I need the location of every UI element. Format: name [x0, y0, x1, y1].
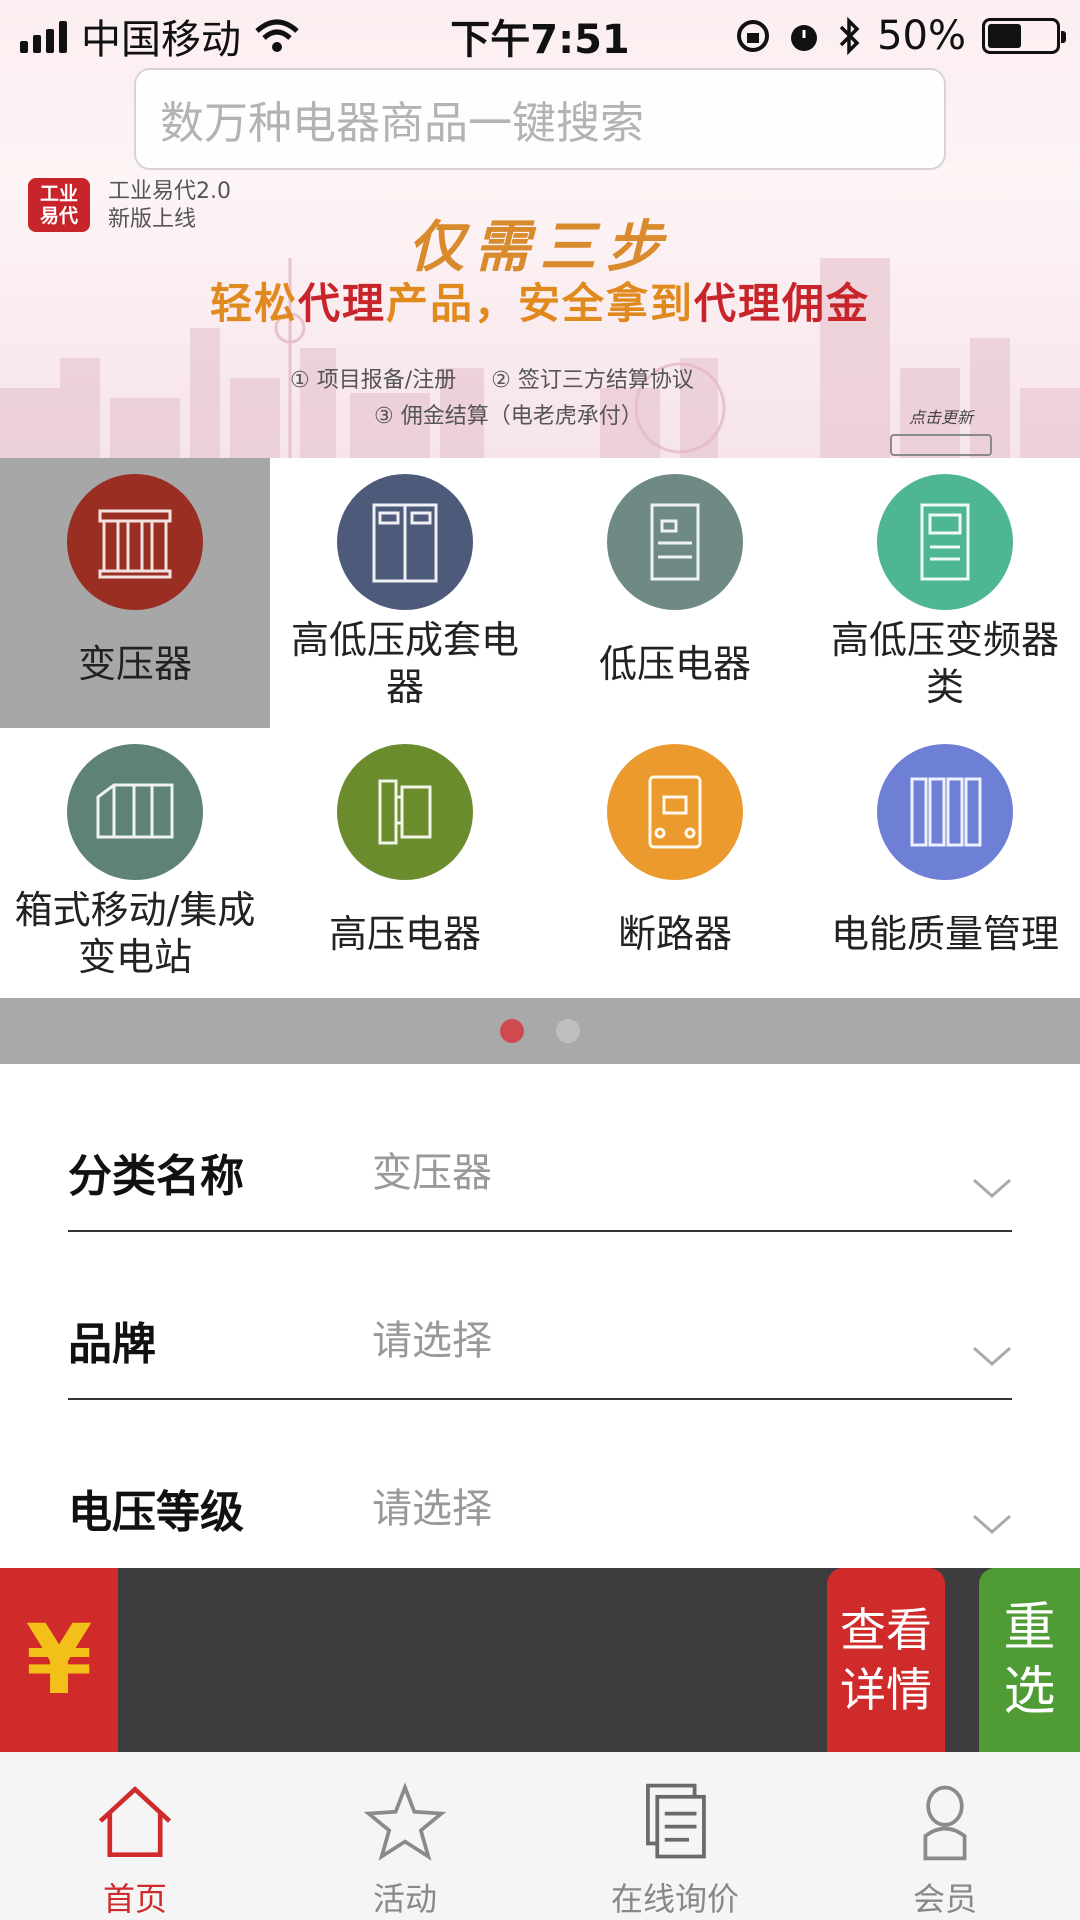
battery-icon [982, 18, 1066, 54]
field-value: 请选择 [372, 1486, 492, 1532]
category-item-circuit-breaker[interactable]: 断路器 [540, 728, 810, 998]
tab-label: 在线询价 [610, 1880, 739, 1918]
reset-button[interactable]: 重选 [979, 1568, 1080, 1752]
category-page-indicator[interactable] [0, 998, 1080, 1064]
promo-step-1: ① 项目报备/注册 [290, 368, 457, 393]
power-quality-cabinet-icon [877, 744, 1013, 880]
page-dot[interactable] [556, 1019, 580, 1043]
substation-box-icon [67, 744, 203, 880]
rotation-lock-icon [737, 20, 770, 52]
carrier-name: 中国移动 [81, 17, 241, 63]
category-label: 箱式移动/集成变电站 [14, 888, 256, 979]
yen-icon: ¥ [0, 1568, 118, 1752]
category-item-switchgear[interactable]: 高低压成套电器 [270, 458, 540, 728]
promo-subtitle: 轻松代理产品，安全拿到代理佣金 [0, 270, 1080, 331]
chevron-down-icon [973, 1346, 1011, 1367]
category-item-inverter[interactable]: 高低压变频器类 [810, 458, 1080, 728]
category-item-power-quality[interactable]: 电能质量管理 [810, 728, 1080, 998]
category-label: 电能质量管理 [830, 911, 1059, 956]
promo-subtitle-part: 产品，安全拿到 [385, 279, 694, 328]
tab-member[interactable]: 会员 [810, 1752, 1080, 1920]
top-banner[interactable]: 中国移动 下午7:51 50% 数万种电器商品一键搜索 工业易代 工业易代2.0… [0, 0, 1080, 458]
category-grid: 变压器 高低压成套电器 低压电器 高低压变频器类 箱式移动/集成变电站 高压电器… [0, 458, 1080, 998]
refresh-box [890, 434, 992, 456]
soft-starter-icon [607, 474, 743, 610]
search-input[interactable]: 数万种电器商品一键搜索 [134, 68, 946, 170]
field-label: 电压等级 [68, 1487, 244, 1538]
view-details-button[interactable]: 查看详情 [827, 1568, 945, 1752]
wifi-icon [255, 19, 299, 52]
bottom-action-bar: ¥ 查看详情 重选 [0, 1568, 1080, 1752]
refresh-label: 点击更新 [908, 408, 973, 427]
star-icon [363, 1782, 447, 1861]
circuit-breaker-icon [607, 744, 743, 880]
user-icon [923, 1785, 967, 1861]
promo-subtitle-part: 轻松 [209, 279, 298, 328]
tab-home[interactable]: 首页 [0, 1752, 270, 1920]
filter-form: 分类名称 变压器 品牌 请选择 电压等级 请选择 [68, 1064, 1012, 1568]
promo-step-3: ③ 佣金结算（电老虎承付） [374, 404, 643, 429]
bluetooth-icon [839, 17, 860, 55]
inverter-icon [877, 474, 1013, 610]
signal-strength-icon [20, 19, 67, 53]
tab-label: 活动 [372, 1880, 437, 1918]
category-label: 变压器 [77, 641, 192, 686]
refresh-button[interactable]: 点击更新 [890, 404, 992, 456]
tab-label: 首页 [102, 1880, 167, 1918]
field-label: 品牌 [68, 1319, 156, 1370]
switchgear-cabinet-icon [337, 474, 473, 610]
promo-subtitle-highlight: 代理 [694, 279, 783, 328]
category-label: 高低压成套电器 [290, 618, 519, 709]
category-item-transformer[interactable]: 变压器 [0, 458, 270, 728]
promo-steps-line1: ① 项目报备/注册 ② 签订三方结算协议 [290, 362, 694, 394]
category-item-high-voltage[interactable]: 高压电器 [270, 728, 540, 998]
page-dot-active[interactable] [500, 1019, 524, 1043]
battery-percent: 50% [877, 13, 966, 59]
category-select[interactable]: 分类名称 变压器 [68, 1064, 1012, 1232]
vacuum-breaker-icon [337, 744, 473, 880]
tab-online-inquiry[interactable]: 在线询价 [540, 1752, 810, 1920]
alarm-icon [791, 25, 818, 51]
bottom-tab-bar: 首页 活动 在线询价 会员 [0, 1752, 1080, 1920]
document-icon [646, 1783, 706, 1859]
transformer-icon [67, 474, 203, 610]
category-label: 高低压变频器类 [830, 618, 1059, 709]
field-label: 分类名称 [68, 1151, 244, 1202]
category-item-low-voltage[interactable]: 低压电器 [540, 458, 810, 728]
promo-subtitle-highlight: 代理 [297, 279, 386, 328]
field-value: 请选择 [372, 1318, 492, 1364]
brand-select[interactable]: 品牌 请选择 [68, 1232, 1012, 1400]
category-label: 断路器 [617, 911, 732, 956]
home-icon [98, 1786, 172, 1857]
promo-subtitle-highlight: 佣金 [782, 279, 871, 328]
chevron-down-icon [973, 1514, 1011, 1535]
chevron-down-icon [973, 1178, 1011, 1199]
promo-step-2: ② 签订三方结算协议 [491, 368, 694, 393]
category-label: 低压电器 [598, 641, 751, 686]
tab-activities[interactable]: 活动 [270, 1752, 540, 1920]
status-bar: 中国移动 下午7:51 50% [0, 0, 1080, 72]
tab-label: 会员 [912, 1880, 977, 1918]
search-placeholder: 数万种电器商品一键搜索 [160, 98, 644, 149]
category-label: 高压电器 [328, 911, 481, 956]
field-value: 变压器 [372, 1150, 492, 1196]
voltage-level-select[interactable]: 电压等级 请选择 [68, 1400, 1012, 1568]
category-item-substation[interactable]: 箱式移动/集成变电站 [0, 728, 270, 998]
